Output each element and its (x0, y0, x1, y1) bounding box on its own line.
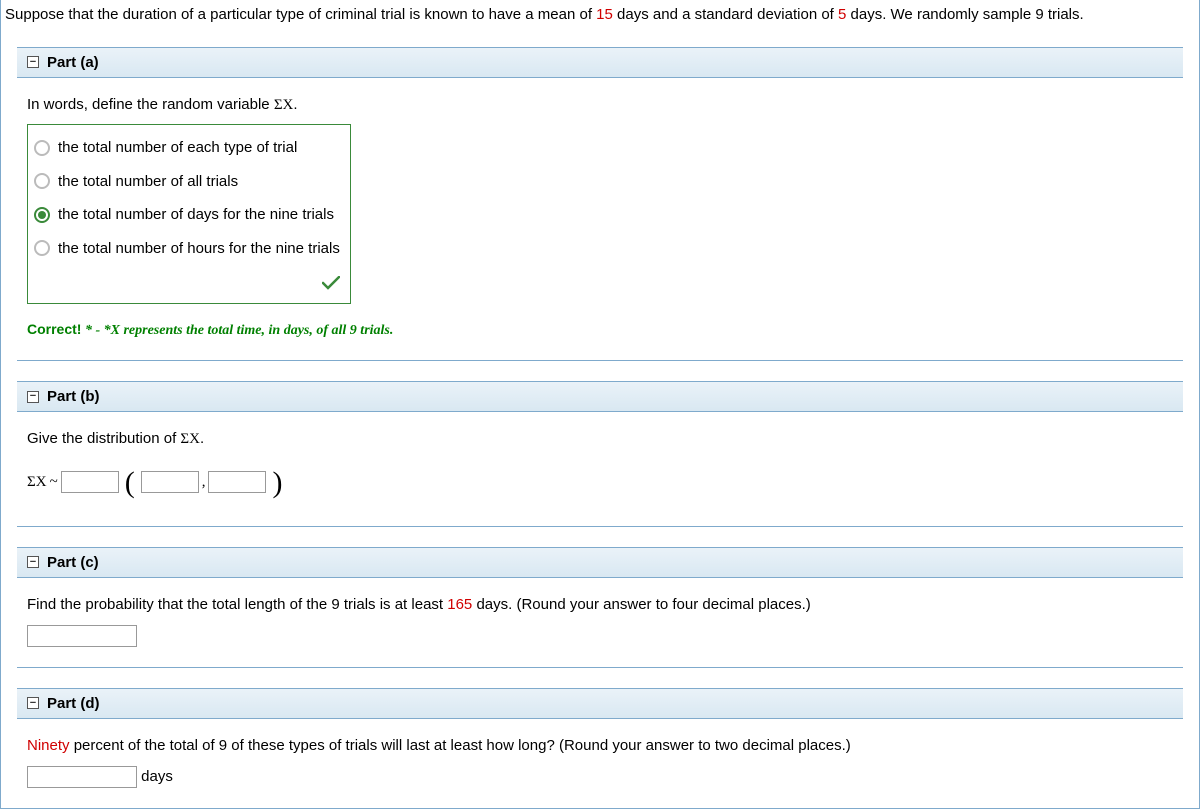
sigma-x-var: ΣX (274, 97, 294, 113)
part-b-body: Give the distribution of ΣX. ΣX ~ ( , ) (17, 412, 1183, 526)
part-b-title: Part (b) (47, 388, 100, 405)
stem-text-3: days. We randomly sample 9 trials. (846, 6, 1083, 23)
part-b-header[interactable]: − Part (b) (17, 382, 1183, 412)
options-box: the total number of each type of trial t… (27, 124, 351, 304)
part-d-body: Ninety percent of the total of 9 of thes… (17, 719, 1183, 808)
part-c-prompt: Find the probability that the total leng… (27, 592, 1173, 618)
option-2-label: the total number of all trials (58, 169, 238, 195)
option-4[interactable]: the total number of hours for the nine t… (34, 232, 340, 266)
part-a: − Part (a) In words, define the random v… (17, 47, 1183, 362)
comma: , (202, 470, 206, 496)
question-stem: Suppose that the duration of a particula… (1, 0, 1199, 47)
distribution-line: ΣX ~ ( , ) (27, 457, 1173, 508)
part-b-prompt: Give the distribution of ΣX. (27, 426, 1173, 453)
collapse-icon[interactable]: − (27, 556, 39, 568)
option-3-label: the total number of days for the nine tr… (58, 202, 334, 228)
part-b: − Part (b) Give the distribution of ΣX. … (17, 381, 1183, 527)
option-3[interactable]: the total number of days for the nine tr… (34, 198, 340, 232)
radio-icon-selected[interactable] (34, 207, 50, 223)
dist-name-input[interactable] (61, 471, 119, 493)
stem-text-2: days and a standard deviation of (613, 6, 838, 23)
part-a-title: Part (a) (47, 54, 99, 71)
checkmark-icon (322, 276, 340, 290)
target-value: 165 (447, 596, 472, 613)
sigma-x-var: ΣX (180, 431, 200, 447)
option-1[interactable]: the total number of each type of trial (34, 131, 340, 165)
days-input[interactable] (27, 766, 137, 788)
part-c-answer-row (27, 623, 1173, 649)
part-c-title: Part (c) (47, 554, 99, 571)
ninety-label: Ninety (27, 737, 70, 754)
part-a-header[interactable]: − Part (a) (17, 48, 1183, 78)
part-a-prompt: In words, define the random variable ΣX. (27, 92, 1173, 119)
part-c-body: Find the probability that the total leng… (17, 578, 1183, 667)
dist-param2-input[interactable] (208, 471, 266, 493)
part-d-header[interactable]: − Part (d) (17, 689, 1183, 719)
collapse-icon[interactable]: − (27, 697, 39, 709)
sigma-x-label: ΣX (27, 470, 47, 496)
close-paren: ) (269, 457, 285, 508)
radio-icon[interactable] (34, 173, 50, 189)
part-a-body: In words, define the random variable ΣX.… (17, 78, 1183, 361)
days-unit: days (141, 768, 173, 785)
feedback-detail: * - *X represents the total time, in day… (81, 323, 393, 338)
radio-icon[interactable] (34, 140, 50, 156)
probability-input[interactable] (27, 625, 137, 647)
option-4-label: the total number of hours for the nine t… (58, 236, 340, 262)
part-d: − Part (d) Ninety percent of the total o… (17, 688, 1183, 808)
open-paren: ( (122, 457, 138, 508)
collapse-icon[interactable]: − (27, 56, 39, 68)
option-1-label: the total number of each type of trial (58, 135, 297, 161)
collapse-icon[interactable]: − (27, 391, 39, 403)
part-d-title: Part (d) (47, 695, 100, 712)
mean-value: 15 (596, 6, 613, 23)
option-2[interactable]: the total number of all trials (34, 165, 340, 199)
tilde: ~ (50, 470, 58, 496)
part-d-prompt: Ninety percent of the total of 9 of thes… (27, 733, 1173, 759)
stem-text-1: Suppose that the duration of a particula… (5, 6, 596, 23)
feedback-text: Correct! * - *X represents the total tim… (27, 318, 1173, 343)
part-c: − Part (c) Find the probability that the… (17, 547, 1183, 668)
question-page: Suppose that the duration of a particula… (0, 0, 1200, 809)
part-d-answer-row: days (27, 764, 1173, 790)
feedback-correct-label: Correct! (27, 321, 81, 337)
radio-icon[interactable] (34, 240, 50, 256)
part-c-header[interactable]: − Part (c) (17, 548, 1183, 578)
dist-param1-input[interactable] (141, 471, 199, 493)
correct-check-row (34, 265, 340, 299)
